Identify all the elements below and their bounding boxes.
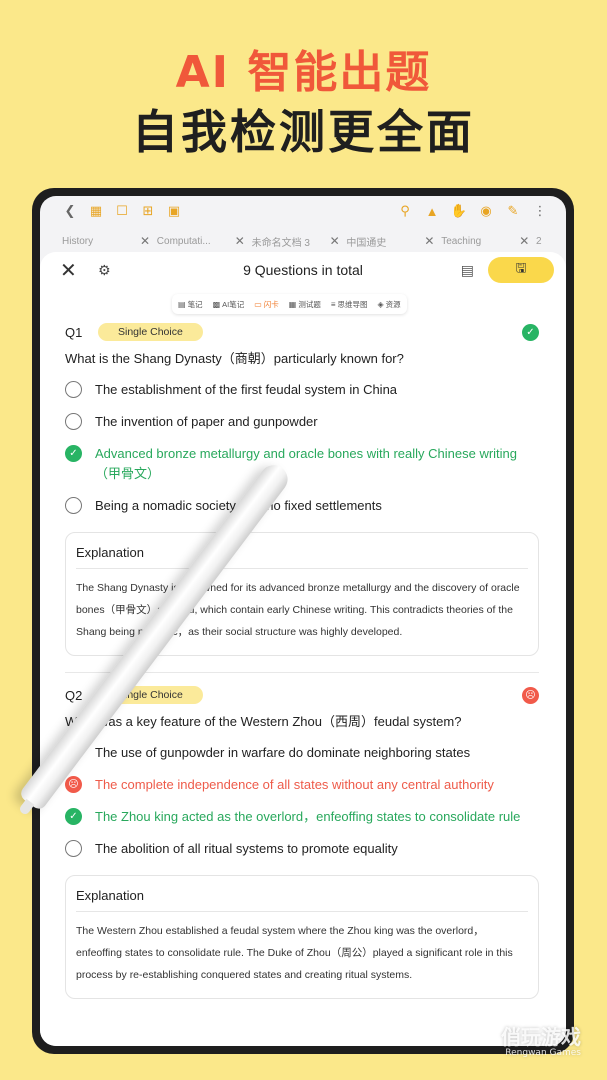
answer-option-wrong[interactable]: ☹ The complete independence of all states…	[65, 775, 539, 795]
close-icon[interactable]: ✕	[60, 258, 80, 283]
tab-teaching[interactable]: Teaching ✕	[441, 234, 536, 248]
resource-icon: ◈	[377, 299, 384, 309]
quiz-panel: ✕ ⚙ ▤ 🖫 9 Questions in total ▤ 笔记 ▩ AI笔记 ▭…	[40, 252, 566, 1046]
mindmap-icon: ≡	[330, 299, 336, 309]
tab-resources[interactable]: ◈ 资源	[378, 299, 401, 310]
tab-ai-notes[interactable]: ▩ AI笔记	[213, 299, 245, 310]
explanation-card: Explanation The Western Zhou established…	[65, 875, 539, 999]
back-icon[interactable]: ❮	[62, 203, 78, 219]
filter-icon[interactable]: ⚙	[98, 262, 111, 279]
add-icon[interactable]: ⊞	[140, 203, 156, 219]
question-header: Q1 Single Choice ✓	[65, 322, 539, 342]
crop-icon[interactable]: ▣	[166, 203, 182, 219]
answer-option[interactable]: The abolition of all ritual systems to p…	[65, 839, 539, 859]
flashcard-icon: ▭	[254, 299, 262, 309]
export-icon[interactable]: ▤	[461, 262, 474, 279]
close-icon[interactable]: ✕	[140, 234, 150, 248]
tab-chinese-history[interactable]: 中国通史 ✕	[346, 234, 441, 249]
tab-mindmap[interactable]: ≡ 思维导图	[331, 299, 368, 310]
bookmark-icon[interactable]: ☐	[114, 203, 130, 219]
pen-note-icon[interactable]: ✎	[505, 203, 521, 219]
hand-icon[interactable]: ✋	[451, 203, 467, 219]
answer-option-correct[interactable]: ✓ Advanced bronze metallurgy and oracle b…	[65, 444, 539, 484]
ai-note-icon: ▩	[212, 299, 221, 309]
tab-history[interactable]: History ✕	[62, 234, 157, 248]
app-screen: ❮ ▦ ☐ ⊞ ▣ ⚲ ▲ ✋ ◉ ✎ ⋮ History ✕ Computati…	[40, 196, 566, 1046]
question-type-badge: Single Choice	[98, 323, 203, 341]
tab-untitled-doc[interactable]: 未命名文档 3 ✕	[252, 234, 347, 249]
more-icon[interactable]: ⋮	[532, 203, 548, 219]
answer-option[interactable]: The use of gunpowder in warfare do domin…	[65, 743, 539, 763]
tab-computation[interactable]: Computati... ✕	[157, 234, 252, 248]
question-text: What was a key feature of the Western Zh…	[65, 714, 462, 729]
radio-icon[interactable]	[65, 413, 82, 430]
correct-check-icon: ✓	[522, 323, 539, 341]
close-icon[interactable]: ✕	[235, 234, 245, 248]
quiz-icon: ▦	[288, 299, 297, 309]
tab-notes[interactable]: ▤ 笔记	[178, 299, 203, 310]
grid-icon[interactable]: ▦	[88, 203, 104, 219]
close-icon[interactable]: ✕	[519, 234, 529, 248]
answer-option[interactable]: The invention of paper and gunpowder	[65, 412, 539, 432]
watermark: 俏玩游戏 Rengwan Games	[501, 1025, 581, 1058]
radio-icon[interactable]	[65, 497, 82, 514]
close-icon[interactable]: ✕	[330, 234, 340, 248]
question-text: What is the Shang Dynasty（商朝）particularl…	[65, 351, 404, 366]
radio-icon[interactable]	[65, 840, 82, 857]
note-icon: ▤	[178, 299, 186, 309]
tab-flashcards[interactable]: ▭ 闪卡	[254, 299, 279, 310]
promo-headline-accent: AI 智能出题	[175, 47, 432, 98]
tablet-frame: ❮ ▦ ☐ ⊞ ▣ ⚲ ▲ ✋ ◉ ✎ ⋮ History ✕ Computati…	[32, 188, 574, 1054]
check-icon[interactable]: ✓	[65, 445, 82, 462]
eye-icon[interactable]: ◉	[478, 203, 494, 219]
wrong-sad-face-icon: ☹	[522, 686, 539, 704]
tab-2[interactable]: 2	[536, 236, 566, 247]
answer-option[interactable]: Being a nomadic society with no fixed se…	[65, 496, 539, 516]
explanation-text: The Western Zhou established a feudal sy…	[76, 925, 513, 981]
question-header: Q2 Single Choice ☹	[65, 685, 539, 705]
top-toolbar: ❮ ▦ ☐ ⊞ ▣ ⚲ ▲ ✋ ◉ ✎ ⋮	[40, 196, 566, 226]
sad-face-icon[interactable]: ☹	[65, 776, 82, 793]
panel-header: ✕ ⚙ ▤ 🖫	[40, 252, 566, 288]
search-icon[interactable]: ⚲	[397, 203, 413, 219]
check-icon[interactable]: ✓	[65, 808, 82, 825]
tab-quiz[interactable]: ▦ 测试题	[289, 299, 321, 310]
explanation-title: Explanation	[76, 545, 528, 569]
document-tabs: History ✕ Computati... ✕ 未命名文档 3 ✕ 中国通史 ✕ Te…	[40, 230, 566, 252]
explanation-title: Explanation	[76, 888, 528, 912]
view-switcher: ▤ 笔记 ▩ AI笔记 ▭ 闪卡 ▦ 测试题 ≡ 思维导图 ◈ 资源	[172, 294, 407, 314]
promo-headline-main: 自我检测更全面	[132, 105, 475, 159]
shirt-icon[interactable]: ▲	[424, 203, 440, 219]
question-number: Q1	[65, 324, 83, 340]
answer-option[interactable]: The establishment of the first feudal sy…	[65, 380, 539, 400]
close-icon[interactable]: ✕	[424, 234, 434, 248]
save-button[interactable]: 🖫	[488, 257, 554, 283]
answer-option-correct[interactable]: ✓ The Zhou king acted as the overlord，enf…	[65, 807, 539, 827]
radio-icon[interactable]	[65, 381, 82, 398]
